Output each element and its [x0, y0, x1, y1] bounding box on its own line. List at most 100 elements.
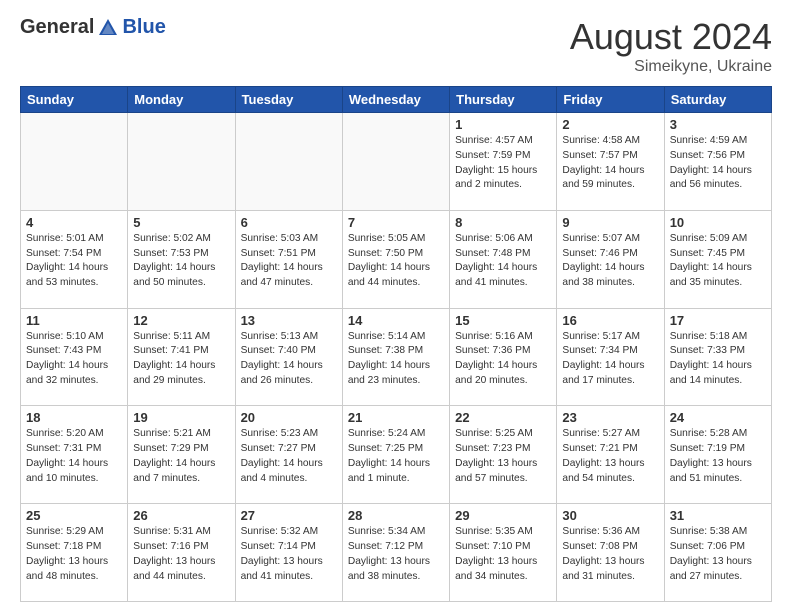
day-info: Sunrise: 5:25 AM Sunset: 7:23 PM Dayligh… [455, 427, 551, 486]
calendar-cell: 1 Sunrise: 4:57 AM Sunset: 7:59 PM Daylig… [450, 113, 557, 211]
day-info: Sunrise: 5:24 AM Sunset: 7:25 PM Dayligh… [348, 427, 444, 486]
calendar-cell: 28Sunrise: 5:34 AM Sunset: 7:12 PM Dayli… [342, 504, 449, 602]
calendar-cell: 4Sunrise: 5:01 AM Sunset: 7:54 PM Daylig… [21, 210, 128, 308]
day-info: Sunrise: 5:38 AM Sunset: 7:06 PM Dayligh… [670, 525, 766, 584]
logo-blue: Blue [122, 16, 165, 39]
day-number: 29 [455, 508, 551, 523]
calendar-table: SundayMondayTuesdayWednesdayThursdayFrid… [20, 86, 772, 602]
logo-general: General [20, 16, 94, 39]
day-info: Sunrise: 5:28 AM Sunset: 7:19 PM Dayligh… [670, 427, 766, 486]
calendar-cell: 10 Sunrise: 5:09 AM Sunset: 7:45 PM Dayli… [664, 210, 771, 308]
day-number: 4 [26, 215, 122, 230]
day-info: Sunrise: 5:06 AM Sunset: 7:48 PM Dayligh… [455, 232, 551, 291]
month-year: August 2024 [570, 16, 772, 58]
day-number: 10 [670, 215, 766, 230]
day-number: 31 [670, 508, 766, 523]
col-header-sunday: Sunday [21, 87, 128, 113]
day-info: Sunrise: 5:07 AM Sunset: 7:46 PM Dayligh… [562, 232, 658, 291]
calendar-cell: 19 Sunrise: 5:21 AM Sunset: 7:29 PM Dayli… [128, 406, 235, 504]
calendar-cell: 23 Sunrise: 5:27 AM Sunset: 7:21 PM Dayli… [557, 406, 664, 504]
calendar-cell: 17 Sunrise: 5:18 AM Sunset: 7:33 PM Dayli… [664, 308, 771, 406]
day-info: Sunrise: 5:21 AM Sunset: 7:29 PM Dayligh… [133, 427, 229, 486]
day-number: 3 [670, 117, 766, 132]
calendar-week-row: 4Sunrise: 5:01 AM Sunset: 7:54 PM Daylig… [21, 210, 772, 308]
day-info: Sunrise: 5:09 AM Sunset: 7:45 PM Dayligh… [670, 232, 766, 291]
calendar-week-row: 18Sunrise: 5:20 AM Sunset: 7:31 PM Dayli… [21, 406, 772, 504]
day-info: Sunrise: 5:11 AM Sunset: 7:41 PM Dayligh… [133, 330, 229, 389]
calendar-cell: 18Sunrise: 5:20 AM Sunset: 7:31 PM Dayli… [21, 406, 128, 504]
calendar-week-row: 11Sunrise: 5:10 AM Sunset: 7:43 PM Dayli… [21, 308, 772, 406]
day-info: Sunrise: 5:18 AM Sunset: 7:33 PM Dayligh… [670, 330, 766, 389]
day-number: 2 [562, 117, 658, 132]
calendar-cell: 6Sunrise: 5:03 AM Sunset: 7:51 PM Daylig… [235, 210, 342, 308]
day-number: 15 [455, 313, 551, 328]
calendar-cell: 22 Sunrise: 5:25 AM Sunset: 7:23 PM Dayli… [450, 406, 557, 504]
day-info: Sunrise: 5:32 AM Sunset: 7:14 PM Dayligh… [241, 525, 337, 584]
day-info: Sunrise: 5:05 AM Sunset: 7:50 PM Dayligh… [348, 232, 444, 291]
calendar-cell [128, 113, 235, 211]
day-info: Sunrise: 5:23 AM Sunset: 7:27 PM Dayligh… [241, 427, 337, 486]
day-info: Sunrise: 5:27 AM Sunset: 7:21 PM Dayligh… [562, 427, 658, 486]
calendar-week-row: 25 Sunrise: 5:29 AM Sunset: 7:18 PM Dayli… [21, 504, 772, 602]
calendar-cell: 14Sunrise: 5:14 AM Sunset: 7:38 PM Dayli… [342, 308, 449, 406]
page: General Blue August 2024 Simeikyne, Ukra… [0, 0, 792, 612]
col-header-thursday: Thursday [450, 87, 557, 113]
day-number: 27 [241, 508, 337, 523]
calendar-cell [342, 113, 449, 211]
day-number: 8 [455, 215, 551, 230]
day-number: 22 [455, 410, 551, 425]
day-number: 21 [348, 410, 444, 425]
calendar-week-row: 1 Sunrise: 4:57 AM Sunset: 7:59 PM Daylig… [21, 113, 772, 211]
calendar-cell: 21 Sunrise: 5:24 AM Sunset: 7:25 PM Dayli… [342, 406, 449, 504]
calendar-cell: 16Sunrise: 5:17 AM Sunset: 7:34 PM Dayli… [557, 308, 664, 406]
day-number: 13 [241, 313, 337, 328]
logo: General Blue [20, 16, 166, 39]
day-info: Sunrise: 5:36 AM Sunset: 7:08 PM Dayligh… [562, 525, 658, 584]
calendar-cell: 31 Sunrise: 5:38 AM Sunset: 7:06 PM Dayli… [664, 504, 771, 602]
col-header-friday: Friday [557, 87, 664, 113]
day-info: Sunrise: 5:17 AM Sunset: 7:34 PM Dayligh… [562, 330, 658, 389]
col-header-monday: Monday [128, 87, 235, 113]
calendar-cell: 24 Sunrise: 5:28 AM Sunset: 7:19 PM Dayli… [664, 406, 771, 504]
day-number: 24 [670, 410, 766, 425]
header: General Blue August 2024 Simeikyne, Ukra… [20, 16, 772, 76]
day-number: 1 [455, 117, 551, 132]
day-info: Sunrise: 5:03 AM Sunset: 7:51 PM Dayligh… [241, 232, 337, 291]
day-number: 20 [241, 410, 337, 425]
day-info: Sunrise: 4:57 AM Sunset: 7:59 PM Dayligh… [455, 134, 551, 193]
calendar-cell [235, 113, 342, 211]
logo-text: General Blue [20, 16, 166, 39]
calendar-cell: 5 Sunrise: 5:02 AM Sunset: 7:53 PM Daylig… [128, 210, 235, 308]
day-info: Sunrise: 5:31 AM Sunset: 7:16 PM Dayligh… [133, 525, 229, 584]
col-header-saturday: Saturday [664, 87, 771, 113]
day-info: Sunrise: 4:58 AM Sunset: 7:57 PM Dayligh… [562, 134, 658, 193]
calendar-cell: 30Sunrise: 5:36 AM Sunset: 7:08 PM Dayli… [557, 504, 664, 602]
calendar-cell: 13 Sunrise: 5:13 AM Sunset: 7:40 PM Dayli… [235, 308, 342, 406]
location: Simeikyne, Ukraine [570, 58, 772, 76]
day-info: Sunrise: 5:13 AM Sunset: 7:40 PM Dayligh… [241, 330, 337, 389]
calendar-cell: 27 Sunrise: 5:32 AM Sunset: 7:14 PM Dayli… [235, 504, 342, 602]
calendar-cell [21, 113, 128, 211]
calendar-cell: 25 Sunrise: 5:29 AM Sunset: 7:18 PM Dayli… [21, 504, 128, 602]
day-number: 19 [133, 410, 229, 425]
day-number: 5 [133, 215, 229, 230]
title-section: August 2024 Simeikyne, Ukraine [570, 16, 772, 76]
day-number: 17 [670, 313, 766, 328]
calendar-cell: 26Sunrise: 5:31 AM Sunset: 7:16 PM Dayli… [128, 504, 235, 602]
day-info: Sunrise: 5:35 AM Sunset: 7:10 PM Dayligh… [455, 525, 551, 584]
day-number: 25 [26, 508, 122, 523]
day-info: Sunrise: 5:02 AM Sunset: 7:53 PM Dayligh… [133, 232, 229, 291]
calendar-cell: 20 Sunrise: 5:23 AM Sunset: 7:27 PM Dayli… [235, 406, 342, 504]
calendar-cell: 8 Sunrise: 5:06 AM Sunset: 7:48 PM Daylig… [450, 210, 557, 308]
day-info: Sunrise: 4:59 AM Sunset: 7:56 PM Dayligh… [670, 134, 766, 193]
calendar-cell: 9 Sunrise: 5:07 AM Sunset: 7:46 PM Daylig… [557, 210, 664, 308]
day-info: Sunrise: 5:20 AM Sunset: 7:31 PM Dayligh… [26, 427, 122, 486]
calendar-cell: 15Sunrise: 5:16 AM Sunset: 7:36 PM Dayli… [450, 308, 557, 406]
day-info: Sunrise: 5:10 AM Sunset: 7:43 PM Dayligh… [26, 330, 122, 389]
day-number: 9 [562, 215, 658, 230]
day-info: Sunrise: 5:29 AM Sunset: 7:18 PM Dayligh… [26, 525, 122, 584]
calendar-header-row: SundayMondayTuesdayWednesdayThursdayFrid… [21, 87, 772, 113]
day-number: 23 [562, 410, 658, 425]
day-info: Sunrise: 5:34 AM Sunset: 7:12 PM Dayligh… [348, 525, 444, 584]
calendar-cell: 2 Sunrise: 4:58 AM Sunset: 7:57 PM Daylig… [557, 113, 664, 211]
